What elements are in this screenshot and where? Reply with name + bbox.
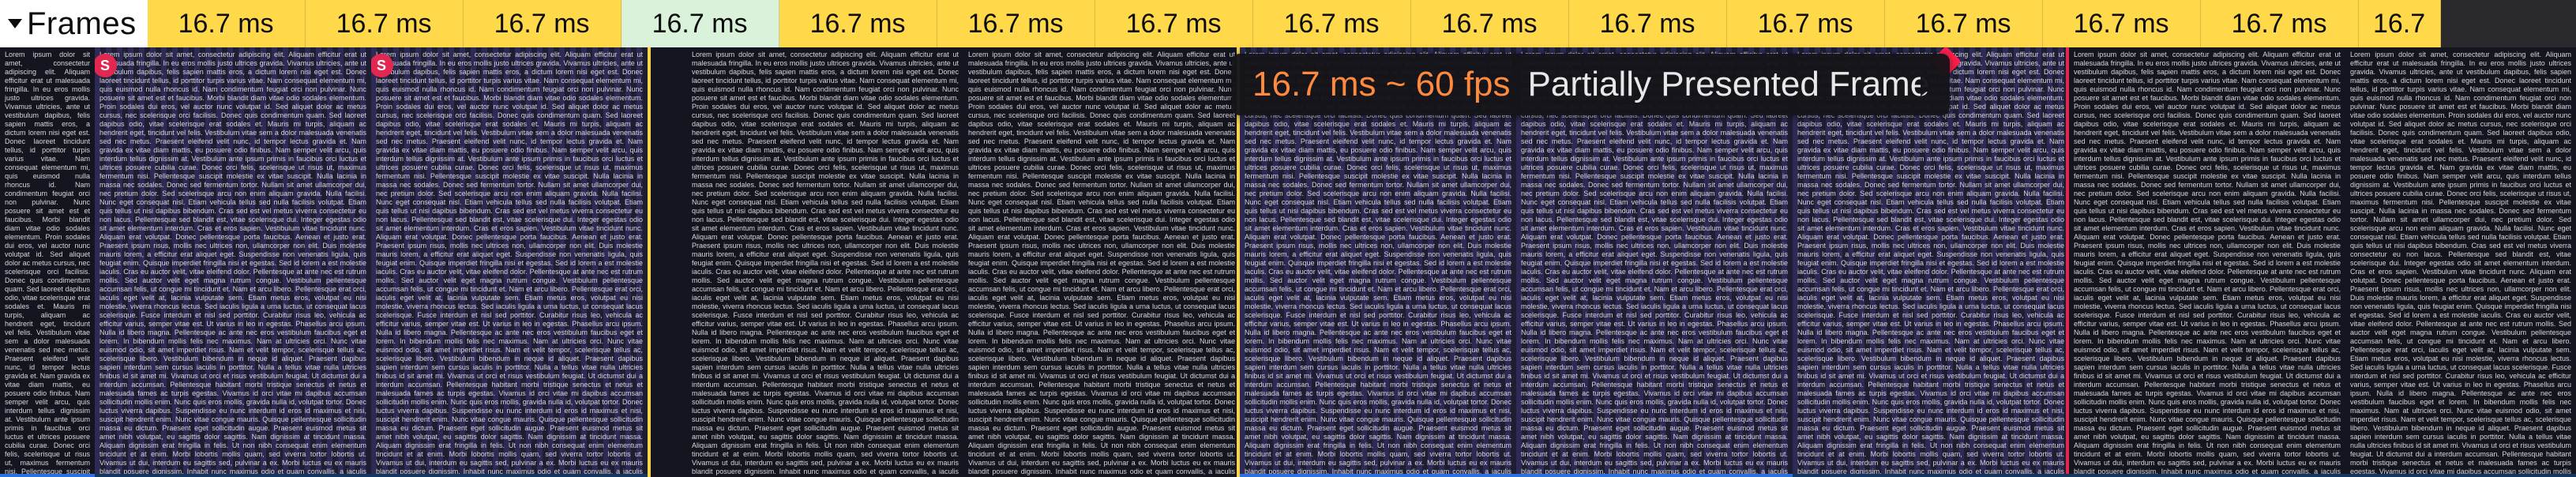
frames-label: Frames <box>27 6 137 42</box>
frame-cell[interactable]: 16.7 ms <box>1885 0 2043 47</box>
lorem-text: Lorem ipsum dolor sit amet, consectetur … <box>100 51 366 474</box>
frame-cell[interactable]: 16.7 ms <box>2043 0 2201 47</box>
task-bar <box>1793 474 2576 477</box>
triangle-down-icon <box>8 19 22 28</box>
lorem-text: Lorem ipsum dolor sit amet, consectetur … <box>2350 51 2571 474</box>
frame-cell[interactable]: 16.7 ms <box>2201 0 2359 47</box>
lorem-text: Lorem ipsum dolor sit amet, consectetur … <box>2074 51 2341 474</box>
frame-tooltip: 16.7 ms ~ 60 fps Partially Presented Fra… <box>1232 54 1950 115</box>
lorem-text: Lorem ipsum dolor sit amet, consectetur … <box>692 51 959 474</box>
task-bar <box>0 474 95 477</box>
lorem-text: Lorem ipsum dolor sit amet, consectetur … <box>376 51 643 474</box>
lorem-text: Lorem ipsum dolor sit amet, consectetur … <box>5 51 90 474</box>
lorem-text: Lorem ipsum dolor sit amet, consectetur … <box>968 51 1235 474</box>
tooltip-status: Partially Presented Frame <box>1528 65 1930 104</box>
tooltip-tail-icon <box>1921 74 1935 96</box>
task-bar <box>95 474 648 477</box>
frame-cell[interactable]: 16.7 ms <box>621 0 779 47</box>
screenshot-pane[interactable]: Lorem ipsum dolor sit amet, consectetur … <box>2069 47 2345 477</box>
frame-cell[interactable]: 16.7 ms <box>148 0 306 47</box>
frames-toggle[interactable]: Frames <box>0 0 148 47</box>
screenshot-pane[interactable]: Lorem ipsum dolor sit amet, consectetur … <box>95 47 371 477</box>
frame-cell[interactable]: 16.7 ms <box>1411 0 1569 47</box>
frame-cell[interactable]: 16.7 <box>2359 0 2441 47</box>
screenshot-pane[interactable]: Lorem ipsum dolor sit amet, consectetur … <box>0 47 95 477</box>
frame-cell[interactable]: 16.7 ms <box>306 0 464 47</box>
gap-pane <box>648 47 687 477</box>
frame-cell[interactable]: 16.7 ms <box>937 0 1095 47</box>
frame-cell[interactable]: 16.7 ms <box>1095 0 1253 47</box>
screenshot-pane[interactable]: Lorem ipsum dolor sit amet, consectetur … <box>371 47 648 477</box>
frame-cell[interactable]: 16.7 ms <box>1727 0 1885 47</box>
screenshot-pane[interactable]: Lorem ipsum dolor sit amet, consectetur … <box>687 47 963 477</box>
timeline-root: Frames 16.7 ms16.7 ms16.7 ms16.7 ms16.7 … <box>0 0 2576 477</box>
frame-cell[interactable]: 16.7 ms <box>1253 0 1411 47</box>
frame-cell[interactable]: 16.7 ms <box>1569 0 1727 47</box>
task-bar <box>1240 474 1793 477</box>
frame-cell[interactable]: 16.7 ms <box>464 0 621 47</box>
screenshot-pane[interactable]: Lorem ipsum dolor sit amet, consectetur … <box>963 47 1240 477</box>
frames-header: Frames 16.7 ms16.7 ms16.7 ms16.7 ms16.7 … <box>0 0 2576 47</box>
frame-cell[interactable]: 16.7 ms <box>779 0 937 47</box>
screenshot-pane[interactable]: Lorem ipsum dolor sit amet, consectetur … <box>2345 47 2576 477</box>
tooltip-duration: 16.7 ms ~ 60 fps <box>1252 65 1511 104</box>
